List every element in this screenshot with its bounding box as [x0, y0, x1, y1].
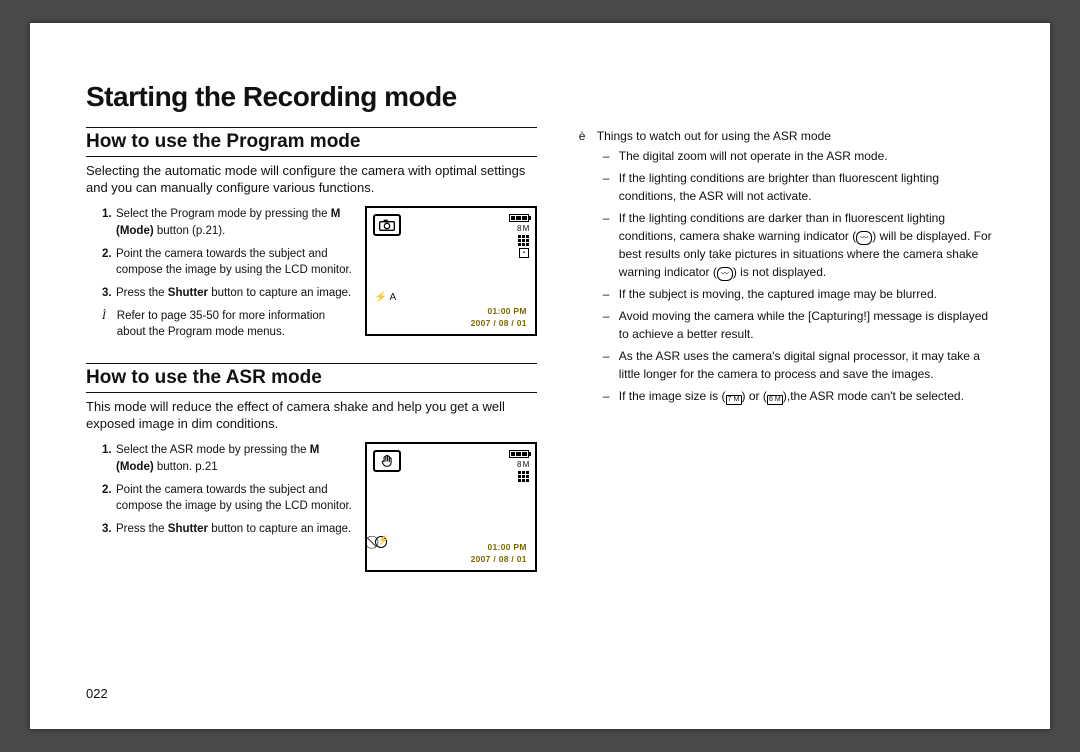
list-item: –As the ASR uses the camera's digital si…	[603, 347, 994, 383]
asr-heading: How to use the ASR mode	[86, 363, 537, 393]
image-size-6m-icon: 6 M	[767, 395, 783, 405]
program-heading: How to use the Program mode	[86, 127, 537, 157]
lcd-time: 01:00 PM	[488, 542, 527, 552]
quality-icon	[518, 235, 529, 246]
shake-indicator-icon: 〰	[717, 267, 733, 281]
lcd-time: 01:00 PM	[488, 306, 527, 316]
list-item: – If the lighting conditions are darker …	[603, 209, 994, 281]
i7-c: ),the ASR mode can't be selected.	[783, 389, 964, 403]
asr-step-2: 2. Point the camera towards the subject …	[102, 482, 355, 515]
asr-s1-c: button. p.21	[154, 461, 218, 473]
step-number: 1.	[102, 442, 116, 475]
asr-notes-intro: è Things to watch out for using the ASR …	[579, 129, 994, 143]
page-number: 022	[86, 686, 108, 701]
i3-c: ) is not displayed.	[733, 265, 826, 279]
left-column: How to use the Program mode Selecting th…	[86, 127, 537, 572]
resolution-label: 8 M	[517, 224, 529, 233]
step-text: Press the Shutter button to capture an i…	[116, 285, 355, 302]
list-item: –Avoid moving the camera while the [Capt…	[603, 307, 994, 343]
quality-icon	[518, 471, 529, 482]
dash-icon: –	[603, 209, 613, 281]
dash-icon: –	[603, 169, 613, 205]
asr-s3-c: button to capture an image.	[208, 523, 351, 535]
dash-icon: –	[603, 147, 613, 165]
dash-icon: –	[603, 387, 613, 405]
manual-page: Starting the Recording mode How to use t…	[30, 23, 1050, 729]
asr-mode-icon	[373, 450, 401, 472]
list-text: If the lighting conditions are darker th…	[619, 209, 994, 281]
asr-steps: 1. Select the ASR mode by pressing the M…	[86, 442, 355, 572]
step-number: 2.	[102, 246, 116, 279]
program-mode-icon	[373, 214, 401, 236]
resolution-label: 8 M	[517, 460, 529, 469]
program-step-1: 1. Select the Program mode by pressing t…	[102, 206, 355, 239]
step-text: Point the camera towards the subject and…	[116, 482, 355, 515]
flash-auto-icon: ⚡ A	[375, 292, 396, 303]
asr-intro: This mode will reduce the effect of came…	[86, 399, 537, 432]
step-text: Select the Program mode by pressing the …	[116, 206, 355, 239]
program-intro: Selecting the automatic mode will config…	[86, 163, 537, 196]
list-text: The digital zoom will not operate in the…	[619, 147, 888, 165]
asr-step-block: 1. Select the ASR mode by pressing the M…	[86, 442, 537, 572]
bullet-icon: è	[579, 129, 589, 143]
list-text: If the lighting conditions are brighter …	[619, 169, 994, 205]
asr-s3-a: Press the	[116, 523, 168, 535]
program-step-block: 1. Select the Program mode by pressing t…	[86, 206, 537, 341]
step-3-c: button to capture an image.	[208, 287, 351, 299]
step-3-a: Press the	[116, 287, 168, 299]
program-steps: 1. Select the Program mode by pressing t…	[86, 206, 355, 341]
asr-notes-intro-text: Things to watch out for using the ASR mo…	[597, 129, 831, 143]
note-text: Refer to page 35-50 for more information…	[117, 308, 355, 341]
battery-icon	[509, 214, 529, 222]
shake-indicator-icon: 〰	[856, 231, 872, 245]
step-text: Press the Shutter button to capture an i…	[116, 521, 355, 538]
step-number: 2.	[102, 482, 116, 515]
right-column: è Things to watch out for using the ASR …	[579, 127, 994, 572]
asr-lcd: 8 M ⚡⃠ 01:00 PM 2007 / 08 / 01	[365, 442, 537, 572]
lcd-date: 2007 / 08 / 01	[471, 318, 527, 328]
no-flash-icon: ⚡⃠	[375, 536, 387, 549]
list-text: If the subject is moving, the captured i…	[619, 285, 937, 303]
step-1-c: button (p.21).	[154, 225, 226, 237]
asr-section: How to use the ASR mode This mode will r…	[86, 363, 537, 572]
asr-s1-a: Select the ASR mode by pressing the	[116, 444, 310, 456]
metering-icon: ▪	[519, 248, 529, 258]
step-number: 1.	[102, 206, 116, 239]
program-note: Ì Refer to page 35-50 for more informati…	[102, 308, 355, 341]
list-text: Avoid moving the camera while the [Captu…	[619, 307, 994, 343]
step-number: 3.	[102, 521, 116, 538]
page-title: Starting the Recording mode	[86, 81, 994, 113]
list-item: –If the subject is moving, the captured …	[603, 285, 994, 303]
hand-icon	[379, 454, 395, 468]
program-step-3: 3. Press the Shutter button to capture a…	[102, 285, 355, 302]
step-text: Select the ASR mode by pressing the M (M…	[116, 442, 355, 475]
asr-notes-list: –The digital zoom will not operate in th…	[579, 147, 994, 405]
i7-a: If the image size is (	[619, 389, 726, 403]
step-3-b: Shutter	[168, 287, 208, 299]
dash-icon: –	[603, 347, 613, 383]
lcd-date: 2007 / 08 / 01	[471, 554, 527, 564]
step-text: Point the camera towards the subject and…	[116, 246, 355, 279]
asr-step-3: 3. Press the Shutter button to capture a…	[102, 521, 355, 538]
note-bullet-icon: Ì	[102, 308, 111, 341]
dash-icon: –	[603, 307, 613, 343]
dash-icon: –	[603, 285, 613, 303]
list-item: – If the image size is (7 M) or (6 M),th…	[603, 387, 994, 405]
battery-icon	[509, 450, 529, 458]
content-columns: How to use the Program mode Selecting th…	[86, 127, 994, 572]
program-lcd: 8 M ▪ ⚡ A 01:00 PM 2007 / 08 / 01	[365, 206, 537, 336]
asr-s3-b: Shutter	[168, 523, 208, 535]
camera-icon	[379, 219, 395, 231]
list-item: –If the lighting conditions are brighter…	[603, 169, 994, 205]
step-number: 3.	[102, 285, 116, 302]
list-text: As the ASR uses the camera's digital sig…	[619, 347, 994, 383]
asr-step-1: 1. Select the ASR mode by pressing the M…	[102, 442, 355, 475]
i7-b: ) or (	[742, 389, 767, 403]
program-step-2: 2. Point the camera towards the subject …	[102, 246, 355, 279]
step-1-a: Select the Program mode by pressing the	[116, 208, 331, 220]
list-item: –The digital zoom will not operate in th…	[603, 147, 994, 165]
list-text: If the image size is (7 M) or (6 M),the …	[619, 387, 964, 405]
image-size-7m-icon: 7 M	[726, 395, 742, 405]
